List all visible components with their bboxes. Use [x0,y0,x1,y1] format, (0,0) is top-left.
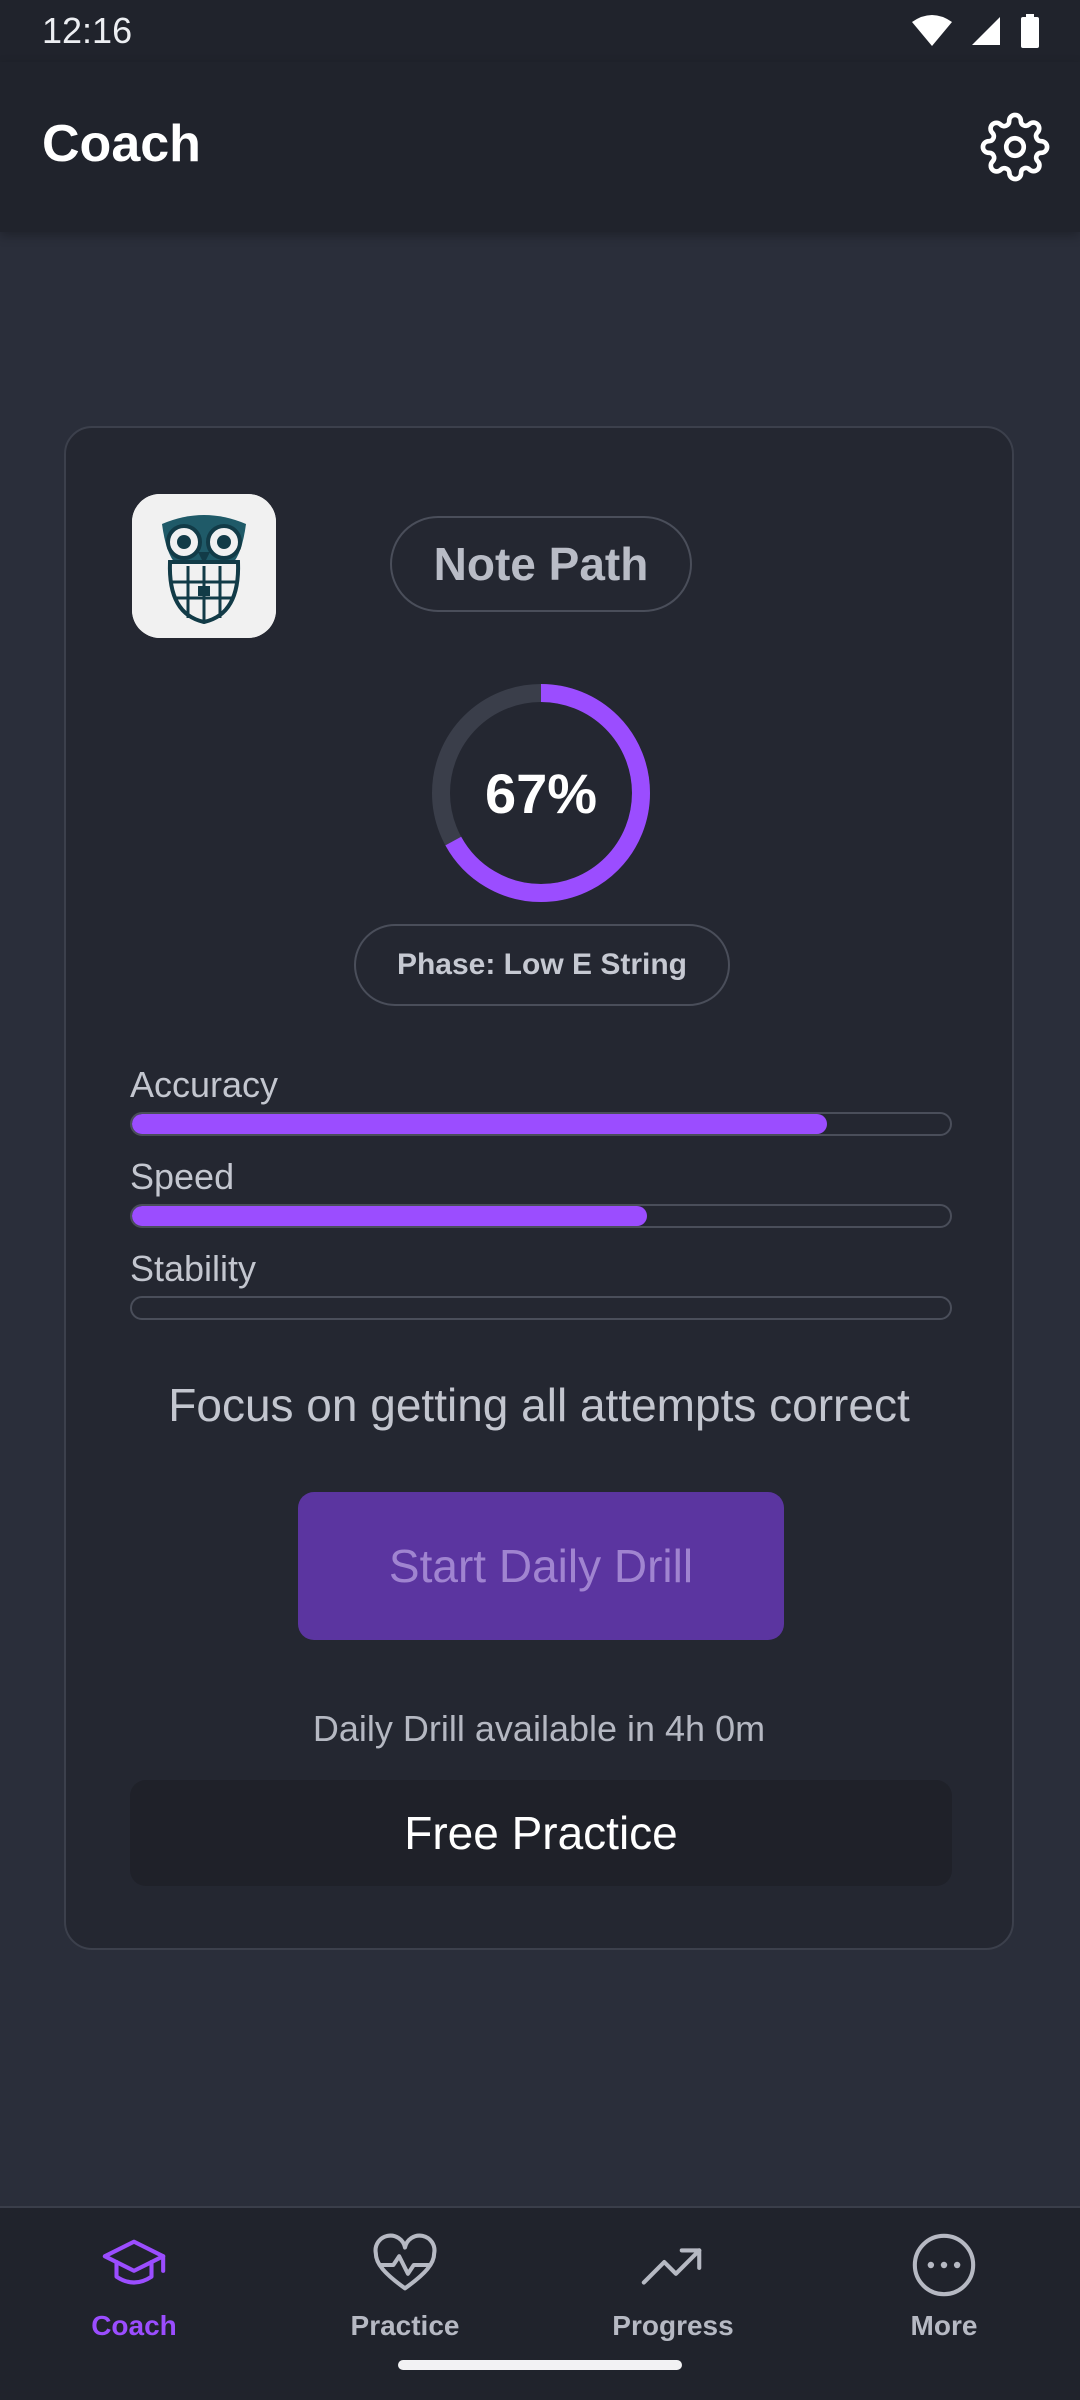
speed-bar-fill [132,1206,648,1226]
coach-card: Note Path 67% Phase: Low E String Accura… [64,426,1014,1950]
metric-label: Speed [130,1156,235,1197]
nav-label: Progress [612,2310,734,2341]
nav-item-progress[interactable]: Progress [563,2230,783,2360]
status-icons [912,14,1040,48]
metric-track [130,1112,952,1136]
screen: 12:16 Coach Note Path 67% Phase: Low E S… [0,0,1080,2400]
progress-percent: 67% [484,761,598,825]
owl-guitar-logo [132,494,276,638]
wifi-icon [912,15,952,46]
metric-track [130,1204,952,1228]
app-bar: Coach [0,62,1080,232]
nav-item-practice[interactable]: Practice [295,2230,515,2360]
metric-stability: Stability [130,1248,952,1320]
nav-item-more[interactable]: More [834,2230,1054,2360]
accuracy-bar-fill [132,1114,828,1134]
status-time: 12:16 [42,10,133,51]
metric-speed: Speed [130,1156,952,1228]
more-horizontal-icon [912,2233,976,2297]
metric-label: Accuracy [130,1064,279,1105]
cell-signal-icon [972,17,1000,45]
nav-label: Practice [350,2310,460,2341]
drill-availability-text: Daily Drill available in 4h 0m [312,1708,766,1749]
home-indicator[interactable] [398,2360,682,2370]
trending-up-icon [641,2248,702,2285]
settings-button[interactable] [980,112,1050,182]
graduation-cap-icon [102,2239,166,2285]
heart-pulse-icon [373,2233,437,2291]
bottom-nav: Coach Practice Progress More [0,2206,1080,2400]
nav-item-coach[interactable]: Coach [24,2230,244,2360]
status-bar: 12:16 [0,0,1080,62]
gear-icon [980,112,1050,182]
focus-hint: Focus on getting all attempts correct [168,1379,910,1431]
path-name-chip: Note Path [390,516,692,612]
nav-label: More [910,2310,978,2341]
start-daily-drill-button[interactable]: Start Daily Drill [298,1492,784,1640]
battery-icon [1021,14,1039,48]
page-title: Coach [42,115,201,173]
metric-label: Stability [130,1248,257,1289]
owl-logo-icon [132,494,276,638]
metric-accuracy: Accuracy [130,1064,952,1136]
nav-label: Coach [91,2310,177,2341]
phase-chip: Phase: Low E String [354,924,730,1006]
free-practice-button[interactable]: Free Practice [130,1780,952,1886]
metric-track [130,1296,952,1320]
